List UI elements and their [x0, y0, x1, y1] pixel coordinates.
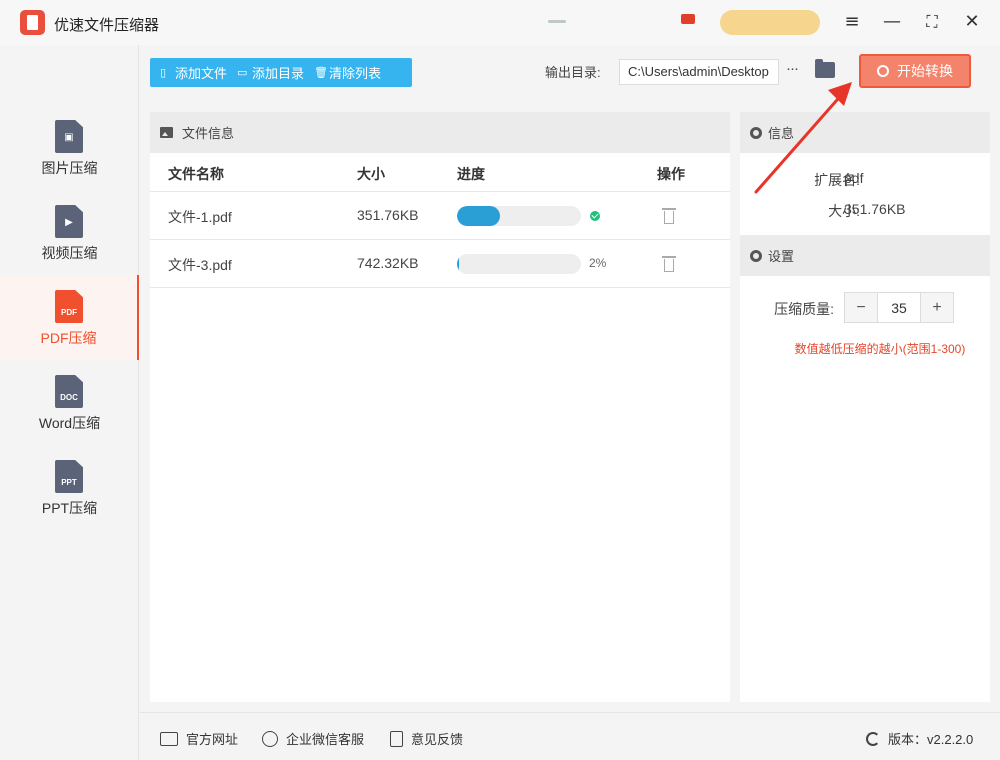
quality-hint: 数值越低压缩的越小(范围1-300): [794, 342, 966, 356]
start-convert-label: 开始转换: [897, 63, 953, 79]
website-icon: [160, 731, 178, 746]
app-title: 优速文件压缩器: [54, 17, 160, 34]
sidebar-item-word[interactable]: DOC Word压缩: [0, 360, 139, 445]
progress-bar-fill: [457, 206, 500, 226]
sidebar-item-pdf[interactable]: PDF PDF压缩: [0, 275, 139, 360]
file-info-panel: 文件信息 文件名称 大小 进度 操作 文件-1.pdf 351.76KB 文件-…: [150, 112, 730, 702]
sidebar-item-video[interactable]: ▶ 视频压缩: [0, 190, 139, 275]
add-folder-button[interactable]: ▭ 添加目录: [227, 63, 304, 82]
add-folder-label: 添加目录: [252, 66, 305, 81]
add-file-label: 添加文件: [175, 66, 228, 81]
sidebar-item-ppt[interactable]: PPT PPT压缩: [0, 445, 139, 530]
wechat-label: 企业微信客服: [286, 732, 365, 747]
website-link[interactable]: 官方网址: [160, 729, 238, 748]
clear-list-button[interactable]: 🗑 清除列表: [304, 63, 381, 82]
titlebar-promo-pill[interactable]: [720, 10, 820, 35]
info-panel: 信息 扩展名: pdf 大小: 351.76KB 设置 压缩质量: − 35 +…: [740, 112, 990, 702]
sidebar-item-label: 视频压缩: [41, 245, 98, 261]
progress-bar: [457, 206, 581, 226]
file-icon: ▯: [160, 67, 167, 79]
feedback-icon: [390, 730, 403, 747]
progress-bar-fill: [457, 254, 459, 274]
file-info-header: 文件信息: [150, 112, 730, 153]
close-icon[interactable]: ✕: [960, 10, 984, 34]
annotation-arrow: [754, 82, 852, 194]
menu-icon[interactable]: ≡: [840, 10, 864, 34]
output-dir-label: 输出目录:: [545, 65, 601, 80]
minimize-icon[interactable]: —: [880, 10, 904, 34]
quality-label: 压缩质量:: [774, 301, 834, 317]
titlebar-badge-icon[interactable]: [681, 14, 695, 24]
column-header-size: 大小: [357, 166, 385, 182]
file-size: 351.76KB: [357, 207, 419, 223]
settings-header: 设置: [740, 235, 990, 276]
version-label: 版本：v2.2.2.0: [888, 732, 974, 747]
check-icon: [590, 211, 600, 221]
add-file-button[interactable]: ▯ 添加文件: [150, 63, 227, 82]
file-info-title: 文件信息: [182, 126, 235, 141]
footer: 官方网址 企业微信客服 意见反馈 版本：v2.2.2.0: [140, 712, 1000, 760]
column-header-name: 文件名称: [168, 166, 224, 182]
ppt-file-icon: PPT: [55, 460, 83, 493]
refresh-icon: [866, 731, 880, 746]
website-label: 官方网址: [186, 732, 239, 747]
version-info[interactable]: 版本：v2.2.2.0: [866, 729, 973, 748]
clear-list-label: 清除列表: [329, 66, 382, 81]
doc-file-icon: DOC: [55, 375, 83, 408]
progress-bar: [457, 254, 581, 274]
quality-stepper: − 35 +: [844, 292, 954, 323]
progress-percent: 2%: [589, 256, 607, 270]
chat-icon: [262, 730, 278, 747]
sidebar-item-label: PDF压缩: [40, 330, 97, 346]
sidebar-item-label: 图片压缩: [41, 160, 98, 176]
size-value: 351.76KB: [844, 201, 906, 217]
increase-button[interactable]: +: [921, 293, 953, 322]
start-convert-button[interactable]: 开始转换: [859, 54, 971, 88]
sidebar: ▣ 图片压缩 ▶ 视频压缩 PDF PDF压缩 DOC Word压缩 PPT P…: [0, 45, 139, 760]
quality-input[interactable]: 35: [877, 293, 921, 322]
sidebar-item-label: PPT压缩: [41, 500, 98, 516]
delete-icon[interactable]: [662, 207, 676, 224]
table-row[interactable]: 文件-3.pdf 742.32KB 2%: [150, 239, 730, 287]
column-header-progress: 进度: [457, 166, 485, 182]
toolbar-button-group: ▯ 添加文件 ▭ 添加目录 🗑 清除列表: [150, 58, 412, 87]
maximize-icon[interactable]: ⛶: [920, 10, 944, 34]
table-row[interactable]: 文件-1.pdf 351.76KB: [150, 191, 730, 239]
file-size: 742.32KB: [357, 255, 419, 271]
row-divider: [150, 287, 730, 288]
title-bar: 优速文件压缩器 ≡ — ⛶ ✕: [0, 0, 1000, 45]
feedback-link[interactable]: 意见反馈: [390, 729, 463, 748]
image-file-icon: ▣: [55, 120, 83, 153]
file-name: 文件-1.pdf: [168, 209, 232, 225]
video-file-icon: ▶: [55, 205, 83, 238]
sidebar-item-label: Word压缩: [38, 415, 101, 431]
circle-icon: [877, 65, 889, 77]
titlebar-decoration: [548, 20, 566, 23]
pdf-file-icon: PDF: [55, 290, 83, 323]
decrease-button[interactable]: −: [845, 293, 877, 322]
settings-title: 设置: [768, 249, 795, 264]
delete-icon[interactable]: [662, 255, 676, 272]
sidebar-item-image[interactable]: ▣ 图片压缩: [0, 105, 139, 190]
wechat-support-link[interactable]: 企业微信客服: [262, 729, 364, 748]
image-icon: [160, 127, 173, 138]
gear-icon: [750, 249, 762, 262]
folder-outline-icon: ▭: [237, 67, 248, 79]
app-logo-icon: [20, 10, 45, 35]
column-header-action: 操作: [657, 166, 685, 182]
feedback-label: 意见反馈: [411, 732, 464, 747]
trash-icon: 🗑: [314, 67, 328, 79]
file-name: 文件-3.pdf: [168, 257, 232, 273]
